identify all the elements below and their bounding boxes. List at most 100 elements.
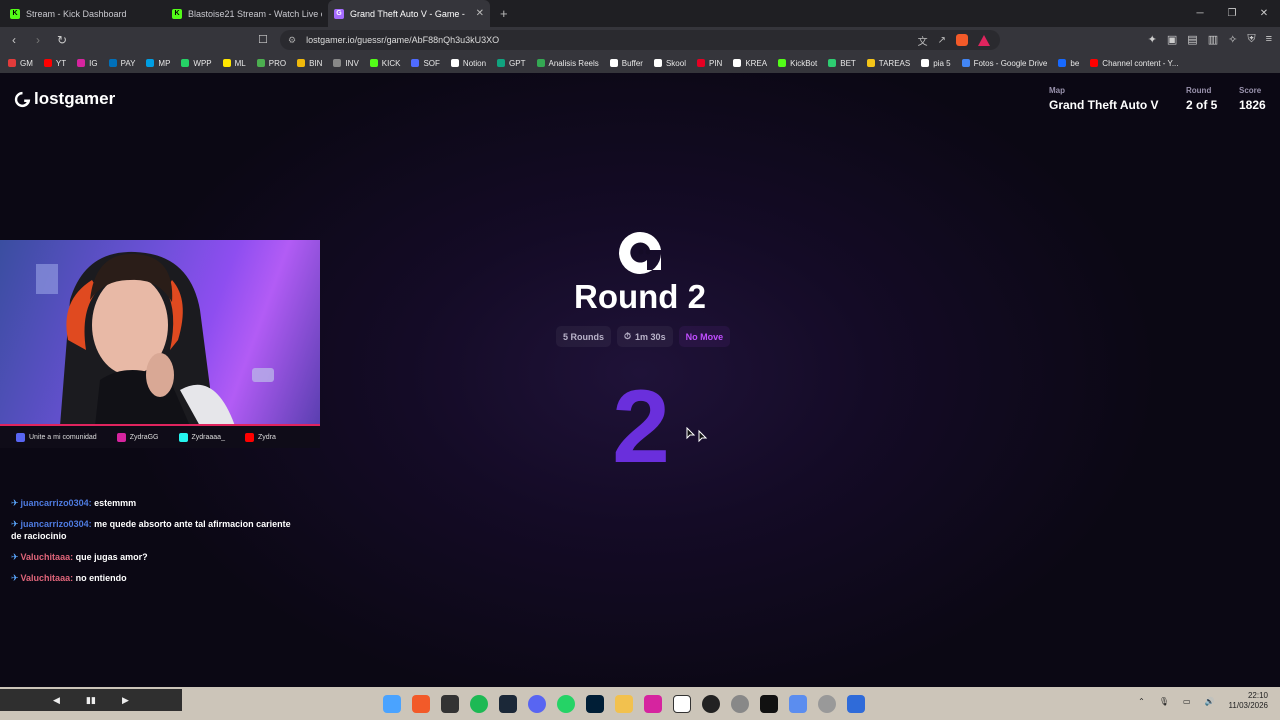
- chat-text: no entiendo: [75, 573, 127, 583]
- bookmark-icon[interactable]: ☐: [258, 33, 268, 46]
- restore-icon[interactable]: ❐: [1216, 0, 1248, 27]
- pause-icon[interactable]: ▮▮: [86, 695, 96, 706]
- translate-icon[interactable]: 文: [918, 33, 928, 48]
- tab-lostgamer[interactable]: G Grand Theft Auto V - Game - Gu ✕: [328, 0, 490, 27]
- bookmark-item[interactable]: GM: [8, 59, 33, 68]
- menu-icon[interactable]: ≡: [1266, 33, 1272, 46]
- bookmark-favicon-icon: [450, 59, 459, 67]
- site-info-icon[interactable]: ⚙: [288, 35, 296, 46]
- map-label: Map: [1049, 86, 1065, 95]
- tab-blastoise-stream[interactable]: K Blastoise21 Stream - Watch Live on K: [166, 0, 328, 27]
- bookmark-item[interactable]: INV: [333, 59, 359, 68]
- close-tab-icon[interactable]: ✕: [476, 8, 484, 19]
- bookmark-item[interactable]: PIN: [696, 59, 722, 68]
- url-field[interactable]: ⚙ lostgamer.io/guessr/game/AbF88nQh3u3kU…: [280, 30, 1000, 50]
- extensions-icon[interactable]: ✦: [1148, 33, 1157, 46]
- lostgamer-app-icon[interactable]: [702, 695, 720, 713]
- folder-icon[interactable]: [615, 695, 633, 713]
- bookmark-item[interactable]: Notion: [450, 59, 486, 68]
- clock[interactable]: 22:10 11/03/2026: [1229, 691, 1268, 711]
- sidebar-icon[interactable]: ▤: [1187, 33, 1197, 46]
- whatsapp-icon[interactable]: [557, 695, 575, 713]
- vpn-icon[interactable]: ⛨: [1247, 33, 1255, 46]
- network-icon[interactable]: ▭: [1183, 697, 1191, 706]
- chat-message: ✈ juancarrizo0304: me quede absorto ante …: [11, 518, 291, 542]
- tabs-icon[interactable]: ▥: [1208, 33, 1218, 46]
- back-icon[interactable]: ‹: [4, 33, 24, 47]
- bookmark-favicon-icon: [8, 59, 16, 67]
- chat-username[interactable]: juancarrizo0304:: [21, 498, 92, 508]
- windows-taskbar: ◀ ▮▮ ▶ ⌃ 🎙 ▭ 🔊 22:10 11/03/2026: [0, 687, 1280, 720]
- bookmark-label: MP: [158, 58, 171, 68]
- bookmark-item[interactable]: KickBot: [778, 59, 817, 68]
- bookmark-item[interactable]: Channel content - Y...: [1090, 59, 1179, 68]
- editor-icon[interactable]: [847, 695, 865, 713]
- minimize-icon[interactable]: ─: [1184, 0, 1216, 27]
- bookmark-item[interactable]: PAY: [108, 59, 135, 68]
- next-icon[interactable]: ▶: [122, 695, 129, 706]
- photoshop-icon[interactable]: [586, 695, 604, 713]
- bookmark-item[interactable]: Analisis Reels: [536, 58, 599, 68]
- bookmark-label: ML: [234, 58, 246, 68]
- start-icon[interactable]: [383, 695, 401, 713]
- bookmark-item[interactable]: be: [1058, 59, 1079, 68]
- forward-icon[interactable]: ›: [28, 33, 48, 47]
- leo-icon[interactable]: ✧: [1228, 33, 1237, 46]
- reload-icon[interactable]: ↻: [52, 33, 72, 47]
- close-window-icon[interactable]: ✕: [1248, 0, 1280, 27]
- bookmark-favicon-icon: [733, 59, 742, 67]
- tray-chevron-icon[interactable]: ⌃: [1138, 697, 1145, 706]
- bookmark-label: PRO: [268, 58, 287, 68]
- bookmark-item[interactable]: Skool: [653, 59, 686, 68]
- wallet-icon[interactable]: ▣: [1167, 33, 1177, 46]
- bookmark-item[interactable]: WPP: [181, 59, 212, 68]
- bookmark-item[interactable]: Buffer: [609, 59, 643, 68]
- bookmark-label: pia 5: [933, 58, 951, 68]
- bookmark-item[interactable]: KREA: [733, 59, 767, 68]
- bookmark-item[interactable]: TAREAS: [866, 59, 910, 68]
- microphone-icon[interactable]: 🎙: [1159, 697, 1169, 706]
- bookmark-label: Analisis Reels: [548, 58, 599, 68]
- bookmark-item[interactable]: SOF: [411, 59, 440, 68]
- discord-icon[interactable]: [528, 695, 546, 713]
- bookmark-item[interactable]: IG: [77, 59, 98, 68]
- bookmark-item[interactable]: ML: [222, 58, 246, 68]
- bookmark-item[interactable]: pia 5: [921, 58, 951, 68]
- bookmark-item[interactable]: PRO: [256, 58, 287, 68]
- address-bar-row: ‹ › ↻ ☐ ⚙ lostgamer.io/guessr/game/AbF88…: [0, 27, 1280, 53]
- chat-username[interactable]: juancarrizo0304:: [21, 519, 92, 529]
- youtube-icon: [244, 432, 254, 442]
- chat-username[interactable]: Valuchitaaa:: [21, 573, 74, 583]
- bookmark-item[interactable]: BIN: [297, 59, 322, 68]
- chat-username[interactable]: Valuchitaaa:: [21, 552, 74, 562]
- bookmark-item[interactable]: Fotos - Google Drive: [961, 59, 1047, 68]
- bookmark-item[interactable]: KICK: [369, 59, 400, 68]
- brave-icon[interactable]: [412, 695, 430, 713]
- bookmark-favicon-icon: [297, 59, 306, 67]
- lostgamer-logo[interactable]: lostgamer: [14, 89, 115, 109]
- bookmark-item[interactable]: GPT: [497, 59, 526, 68]
- bookmark-item[interactable]: MP: [146, 59, 170, 68]
- brave-rewards-icon[interactable]: [978, 34, 990, 46]
- capcut-icon[interactable]: [760, 695, 778, 713]
- notion-icon[interactable]: [673, 695, 691, 713]
- brave-shields-icon[interactable]: [956, 34, 968, 46]
- tiktok-icon: [178, 432, 188, 442]
- bookmark-item[interactable]: YT: [43, 59, 66, 68]
- tab-kick-dashboard[interactable]: K Stream - Kick Dashboard: [4, 0, 166, 27]
- streamer-image: [36, 251, 274, 424]
- bookmark-item[interactable]: BET: [828, 59, 856, 68]
- settings-icon[interactable]: [731, 695, 749, 713]
- tool-icon[interactable]: [789, 695, 807, 713]
- instagram-icon[interactable]: [644, 695, 662, 713]
- share-icon[interactable]: ↗: [938, 35, 946, 46]
- time-pill: ⏱ 1m 30s: [617, 326, 673, 347]
- app-icon[interactable]: [818, 695, 836, 713]
- obs-icon[interactable]: [441, 695, 459, 713]
- stream-chat: ✈ juancarrizo0304: estemmm ✈ juancarrizo030…: [11, 497, 291, 593]
- spotify-icon[interactable]: [470, 695, 488, 713]
- steam-icon[interactable]: [499, 695, 517, 713]
- previous-icon[interactable]: ◀: [53, 695, 60, 706]
- new-tab-icon[interactable]: +: [500, 6, 508, 21]
- volume-icon[interactable]: 🔊: [1205, 697, 1215, 706]
